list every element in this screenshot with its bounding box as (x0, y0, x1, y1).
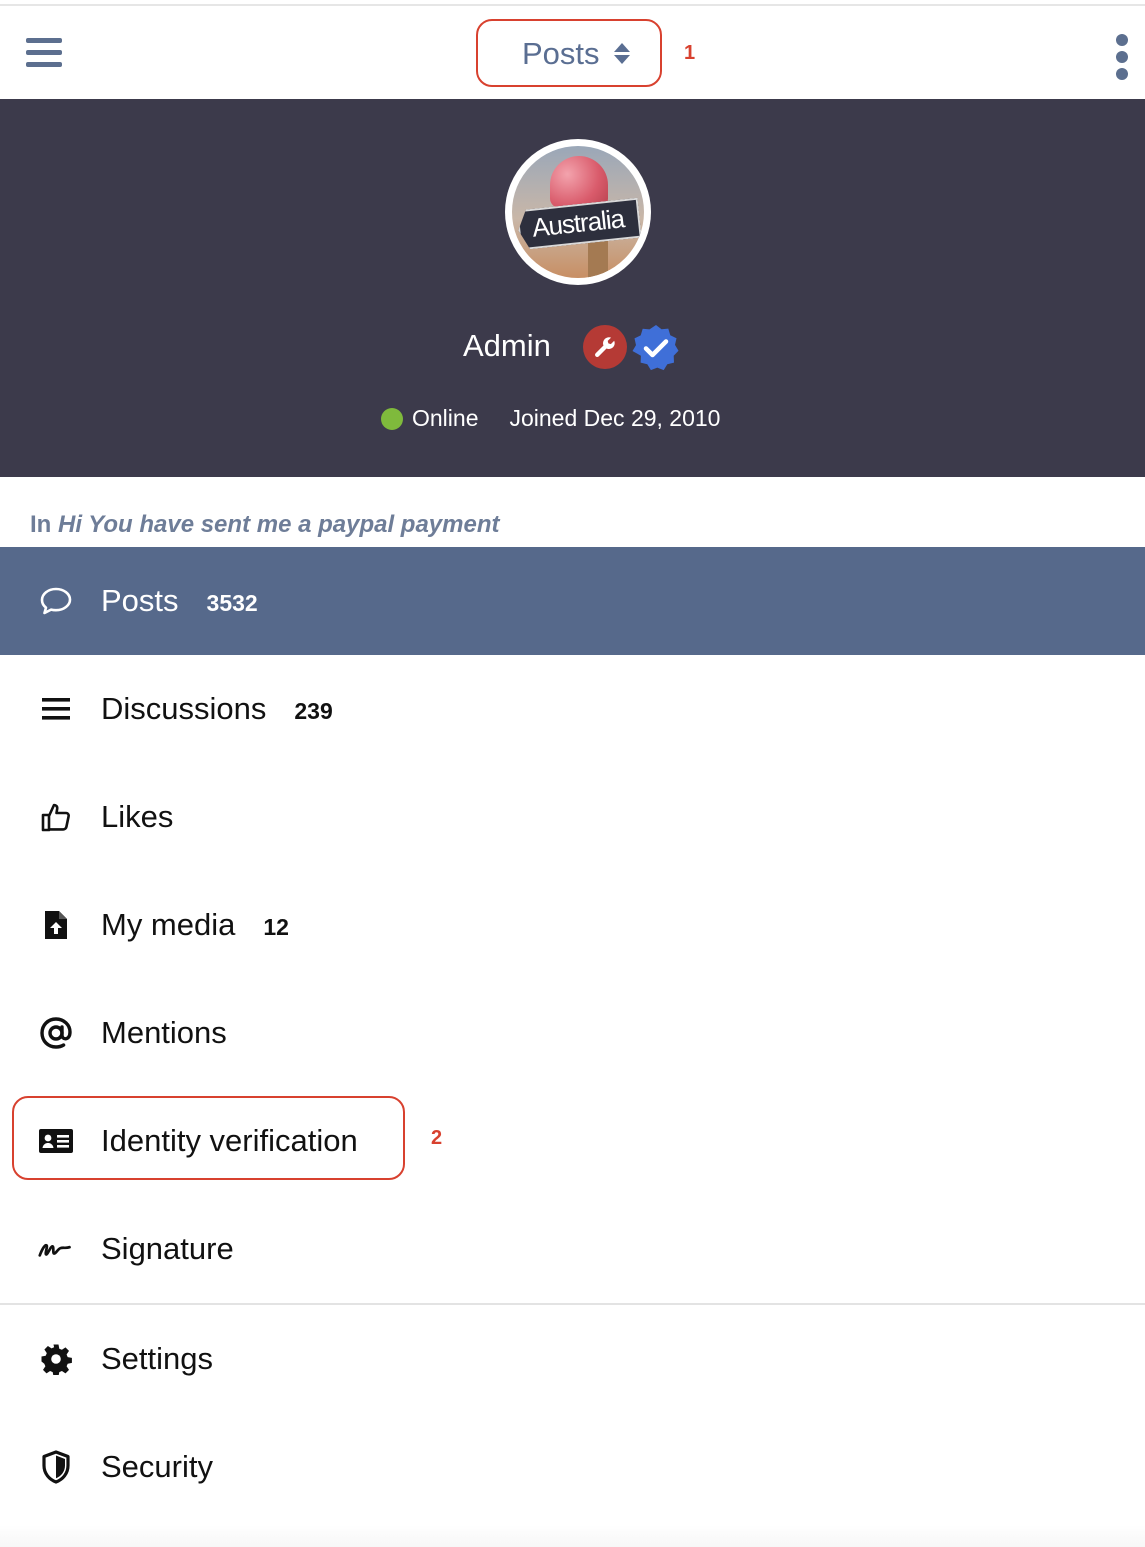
menu-item-label: Signature (101, 1231, 234, 1266)
last-post-line: In Hi You have sent me a paypal payment (30, 511, 500, 539)
menu-item-label: Settings (101, 1341, 214, 1376)
menu-item-label: Security (101, 1449, 213, 1484)
profile-menu: Posts 3532 Discussions 239 Likes My medi… (0, 547, 1145, 1521)
menu-item-label: Discussions (101, 691, 267, 726)
annotation-number-1: 1 (684, 42, 696, 64)
verified-badge-icon (631, 323, 681, 373)
list-icon (38, 691, 74, 727)
menu-item-security[interactable]: Security (0, 1413, 1145, 1521)
profile-header: Australia Admin Online Joined Dec 29, 20… (0, 99, 1145, 477)
menu-item-discussions[interactable]: Discussions 239 (0, 655, 1145, 763)
menu-item-count: 3532 (206, 590, 258, 616)
kebab-icon[interactable] (1114, 34, 1130, 80)
menu-item-posts[interactable]: Posts 3532 (0, 547, 1145, 655)
menu-item-my-media[interactable]: My media 12 (0, 871, 1145, 979)
shield-icon (38, 1449, 74, 1485)
annotation-number-2: 2 (431, 1127, 443, 1149)
file-upload-icon (38, 907, 74, 943)
join-date: Joined Dec 29, 2010 (509, 405, 721, 431)
user-status-line: Online Joined Dec 29, 2010 (381, 405, 720, 432)
menu-item-label: Posts (101, 583, 179, 618)
online-status: Online (412, 405, 479, 431)
menu-item-label: Mentions (101, 1015, 227, 1050)
avatar-image: Australia (512, 146, 644, 278)
signature-icon (38, 1231, 74, 1267)
speech-bubble-icon (38, 583, 74, 619)
profile-page: Posts 1 Australia Admin Online Joined De… (0, 0, 1145, 1547)
menu-item-label: My media (101, 907, 236, 942)
menu-item-settings[interactable]: Settings (0, 1305, 1145, 1413)
online-dot-icon (381, 407, 403, 430)
annotation-box-1 (476, 19, 662, 87)
top-divider (0, 0, 1145, 6)
menu-item-count: 239 (294, 698, 333, 724)
annotation-box-2 (12, 1096, 405, 1180)
last-post-prefix: In (30, 511, 52, 538)
menu-item-count: 12 (263, 914, 289, 940)
bottom-fade (0, 1525, 1145, 1547)
avatar[interactable]: Australia (505, 139, 651, 285)
wrench-icon (583, 325, 627, 369)
last-post-thread-link[interactable]: Hi You have sent me a paypal payment (58, 511, 500, 538)
at-sign-icon (38, 1015, 74, 1051)
menu-item-label: Likes (101, 799, 174, 834)
menu-item-mentions[interactable]: Mentions (0, 979, 1145, 1087)
menu-item-likes[interactable]: Likes (0, 763, 1145, 871)
menu-item-signature[interactable]: Signature (0, 1195, 1145, 1303)
username: Admin (463, 328, 551, 363)
hamburger-icon[interactable] (26, 36, 62, 70)
thumbs-up-icon (38, 799, 74, 835)
gear-icon (38, 1341, 74, 1377)
